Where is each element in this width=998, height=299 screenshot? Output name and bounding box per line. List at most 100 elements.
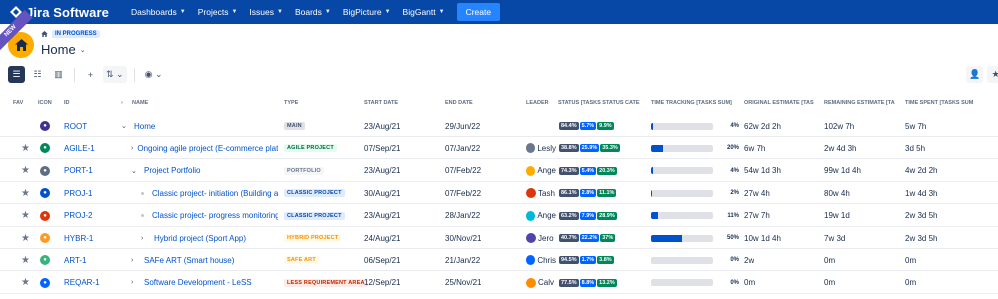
table-row[interactable]: ★ ● REQAR-1 › Software Development - LeSS LES…: [0, 272, 998, 294]
col-start-date[interactable]: START DATE: [364, 100, 398, 106]
time-tracking: 0%: [651, 249, 743, 271]
issue-id[interactable]: REQAR-1: [64, 272, 100, 294]
table-row[interactable]: ● ROOT ⌄ Home MAIN 23/Aug/21 29/Jun/22 84.4% 5.7…: [0, 115, 998, 137]
original-estimate-text: 6w 7h: [744, 143, 766, 153]
col-type[interactable]: TYPE: [284, 100, 298, 106]
col-name[interactable]: NAME: [132, 100, 148, 106]
table-row[interactable]: ★ ● ART-1 › SAFe ART (Smart house) SAFE ART 06…: [0, 249, 998, 272]
col-leader[interactable]: LEADER: [526, 100, 549, 106]
toolbar: ☰ ☷ ▥ + ⇅ ⌄ ◉ ⌄: [8, 66, 166, 83]
col-status[interactable]: STATUS [TASKS STATUS CATE: [558, 100, 644, 106]
table-row[interactable]: ★ ● AGILE-1 › Ongoing agile project (E-comme…: [0, 137, 998, 160]
star-icon[interactable]: ★: [21, 165, 30, 176]
start-date: 24/Aug/21: [364, 227, 400, 249]
expand-icon[interactable]: ›: [141, 235, 150, 242]
nav-label: BigPicture: [342, 7, 382, 17]
issue-id[interactable]: PORT-1: [64, 160, 93, 182]
issue-id[interactable]: ART-1: [64, 249, 87, 271]
favorite-star[interactable]: ★: [21, 272, 30, 294]
star-icon[interactable]: ★: [21, 188, 30, 199]
col-id[interactable]: ID: [64, 100, 70, 106]
row-name[interactable]: Classic project- initiation (Building a: [141, 182, 278, 204]
row-name[interactable]: Classic project- progress monitoring: [141, 205, 278, 227]
issue-id[interactable]: PROJ-1: [64, 182, 92, 204]
row-name[interactable]: ⌄ Home: [121, 115, 278, 137]
col-fav[interactable]: FAV: [13, 100, 23, 106]
board-view-button[interactable]: ▥: [50, 66, 67, 83]
favorite-star[interactable]: ★: [21, 249, 30, 271]
remaining-estimate-text: 0m: [824, 278, 836, 288]
row-name[interactable]: › Ongoing agile project (E-commerce plat: [131, 137, 278, 159]
add-button[interactable]: +: [82, 66, 99, 83]
issue-id[interactable]: PROJ-2: [64, 205, 92, 227]
collapse-icon[interactable]: ⌄: [131, 167, 140, 175]
name-link: Ongoing agile project (E-commerce plat: [137, 143, 278, 153]
favorite-star[interactable]: ★: [21, 227, 30, 249]
row-name[interactable]: › Software Development - LeSS: [131, 272, 278, 294]
tree-node-icon: [141, 212, 148, 219]
list-view-button[interactable]: ☰: [8, 66, 25, 83]
start-date-text: 12/Sep/21: [364, 278, 401, 288]
favorite-star[interactable]: ★: [21, 205, 30, 227]
nav-dashboards[interactable]: Dashboards ▼: [125, 7, 192, 17]
nav-projects[interactable]: Projects ▼: [192, 7, 244, 17]
expand-icon[interactable]: ›: [131, 279, 140, 286]
nav-bigpicture[interactable]: BigPicture ▼: [337, 7, 397, 17]
page-title[interactable]: Home ⌄: [41, 42, 86, 57]
issue-id[interactable]: ROOT: [64, 115, 87, 137]
table-row[interactable]: ★ ● HYBR-1 › Hybrid project (Sport App) HYBRI…: [0, 227, 998, 249]
expand-icon[interactable]: ›: [131, 257, 140, 264]
star-icon[interactable]: ★: [21, 210, 30, 221]
favorite-star[interactable]: ★: [21, 182, 30, 204]
main-nav: Dashboards ▼ Projects ▼ Issues ▼ Boards ▼ Bi…: [125, 3, 501, 21]
type-badge: CLASSIC PROJECT: [284, 189, 345, 198]
leader-name: Calv: [538, 278, 555, 288]
table-row[interactable]: ★ ● PORT-1 ⌄ Project Portfolio PORTFOLIO 23/Au…: [0, 160, 998, 182]
sort-button[interactable]: ⇅ ⌄: [103, 66, 127, 83]
start-date-text: 06/Sep/21: [364, 255, 401, 265]
remaining-estimate: 80w 4h: [824, 182, 850, 204]
col-remaining-estimate[interactable]: REMAINING ESTIMATE [TA: [824, 100, 896, 106]
favorite-button[interactable]: ★: [987, 66, 998, 83]
create-button[interactable]: Create: [456, 3, 501, 21]
row-name[interactable]: › Hybrid project (Sport App): [141, 227, 278, 249]
collapse-icon[interactable]: ⌄: [121, 122, 130, 130]
star-icon[interactable]: ★: [21, 255, 30, 266]
star-icon[interactable]: ★: [21, 233, 30, 244]
col-time-tracking[interactable]: TIME TRACKING [TASKS SUM]: [651, 100, 739, 106]
row-name[interactable]: ⌄ Project Portfolio: [131, 160, 278, 182]
project-icon: ●: [40, 160, 50, 182]
favorite-star[interactable]: ★: [21, 137, 30, 159]
status-todo: 63.2%: [559, 211, 579, 220]
avatar: [526, 143, 536, 154]
row-name[interactable]: › SAFe ART (Smart house): [131, 249, 278, 271]
end-date-text: 30/Nov/21: [445, 233, 482, 243]
star-icon[interactable]: ★: [21, 143, 30, 154]
star-icon[interactable]: ★: [21, 277, 30, 288]
end-date: 30/Nov/21: [445, 227, 481, 249]
nav-issues[interactable]: Issues ▼: [243, 7, 289, 17]
view-options-button[interactable]: ◉ ⌄: [142, 66, 166, 83]
table-row[interactable]: ★ ● PROJ-2 Classic project- progress monito…: [0, 205, 998, 227]
progress-bar: [651, 279, 713, 287]
issue-id[interactable]: HYBR-1: [64, 227, 93, 249]
end-date: 21/Jan/22: [445, 249, 480, 271]
tree-view-button[interactable]: ☷: [29, 66, 46, 83]
favorite-star[interactable]: ★: [21, 160, 30, 182]
user-button[interactable]: 👤: [966, 66, 984, 83]
table-row[interactable]: ★ ● PROJ-1 Classic project- initiation (Bui…: [0, 182, 998, 205]
col-end-date[interactable]: END DATE: [445, 100, 473, 106]
nav-boards[interactable]: Boards ▼: [289, 7, 337, 17]
expand-all-icon[interactable]: ›: [121, 100, 123, 106]
issue-id[interactable]: AGILE-1: [64, 137, 95, 159]
col-icon[interactable]: ICON: [38, 100, 52, 106]
breadcrumb-home-icon[interactable]: [41, 31, 48, 37]
expand-icon[interactable]: ›: [131, 145, 133, 152]
col-original-estimate[interactable]: ORIGINAL ESTIMATE [TAS: [744, 100, 816, 106]
issue-id-link: HYBR-1: [64, 233, 94, 243]
nav-biggantt[interactable]: BigGantt ▼: [397, 7, 451, 17]
col-time-spent[interactable]: TIME SPENT [TASKS SUM: [905, 100, 977, 106]
leader-cell: Calv: [526, 272, 556, 294]
breadcrumb: IN PROGRESS: [41, 30, 100, 38]
project-icon: ●: [40, 182, 50, 204]
